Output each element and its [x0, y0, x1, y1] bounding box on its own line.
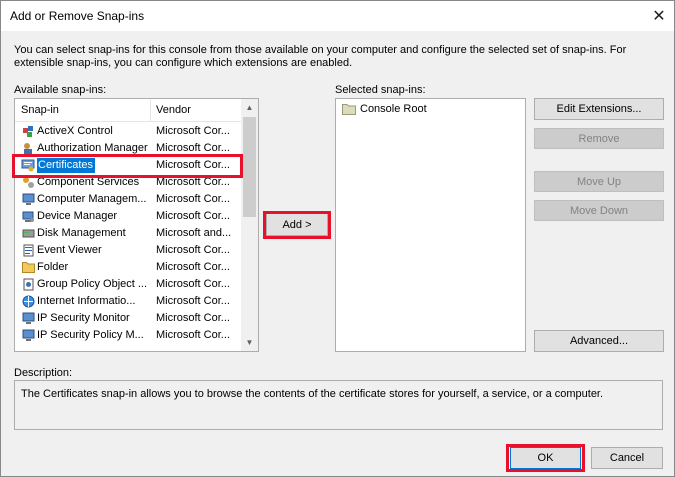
- column-header-snapin[interactable]: Snap-in: [21, 104, 59, 116]
- tree-item-label: Console Root: [360, 103, 427, 115]
- certificates-icon: [21, 158, 35, 172]
- snapin-name: Disk Management: [37, 227, 126, 239]
- internet-information-icon: [21, 294, 35, 308]
- close-icon: ✕: [652, 8, 666, 25]
- move-up-button[interactable]: Move Up: [534, 171, 664, 192]
- snapin-name: ActiveX Control: [37, 125, 113, 137]
- intro-text: You can select snap-ins for this console…: [14, 44, 627, 69]
- snapin-name: Event Viewer: [37, 244, 102, 256]
- snapin-vendor: Microsoft and...: [156, 227, 232, 239]
- list-header: Snap-in Vendor: [15, 99, 243, 122]
- window-title: Add or Remove Snap-ins: [10, 9, 145, 23]
- move-down-button[interactable]: Move Down: [534, 200, 664, 221]
- snapin-row[interactable]: Internet Informatio... Microsoft Cor...: [15, 293, 243, 310]
- snapin-vendor: Microsoft Cor...: [156, 125, 230, 137]
- snapin-vendor: Microsoft Cor...: [156, 278, 230, 290]
- snapin-row[interactable]: ActiveX Control Microsoft Cor...: [15, 123, 243, 140]
- available-snapins-label: Available snap-ins:: [14, 84, 107, 96]
- snapin-row[interactable]: Folder Microsoft Cor...: [15, 259, 243, 276]
- selected-snapins-label: Selected snap-ins:: [335, 84, 426, 96]
- snapin-name: Certificates: [37, 158, 96, 173]
- snapin-row[interactable]: IP Security Monitor Microsoft Cor...: [15, 310, 243, 327]
- snapin-row[interactable]: Certificates Microsoft Cor...: [15, 157, 243, 174]
- folder-icon: [342, 104, 356, 115]
- component-services-icon: [21, 175, 35, 189]
- snapin-name: Internet Informatio...: [37, 295, 136, 307]
- snapin-vendor: Microsoft Cor...: [156, 295, 230, 307]
- device-manager-icon: [21, 209, 35, 223]
- snapin-vendor: Microsoft Cor...: [156, 159, 230, 171]
- snapin-row[interactable]: Authorization Manager Microsoft Cor...: [15, 140, 243, 157]
- advanced-button[interactable]: Advanced...: [534, 330, 664, 352]
- snapin-name: Group Policy Object ...: [37, 278, 148, 290]
- disk-management-icon: [21, 226, 35, 240]
- snapin-row[interactable]: Event Viewer Microsoft Cor...: [15, 242, 243, 259]
- title-bar: Add or Remove Snap-ins ✕: [1, 1, 674, 31]
- snapin-name: IP Security Monitor: [37, 312, 130, 324]
- event-viewer-icon: [21, 243, 35, 257]
- cancel-button[interactable]: Cancel: [591, 447, 663, 469]
- authorization-manager-icon: [21, 141, 35, 155]
- snapin-row[interactable]: Group Policy Object ... Microsoft Cor...: [15, 276, 243, 293]
- snapin-vendor: Microsoft Cor...: [156, 193, 230, 205]
- snapin-name: IP Security Policy M...: [37, 329, 144, 341]
- column-divider[interactable]: [150, 99, 151, 121]
- add-button[interactable]: Add >: [266, 213, 328, 236]
- snapin-row[interactable]: Disk Management Microsoft and...: [15, 225, 243, 242]
- snapin-name: Computer Managem...: [37, 193, 147, 205]
- snapin-vendor: Microsoft Cor...: [156, 210, 230, 222]
- snapin-row[interactable]: Component Services Microsoft Cor...: [15, 174, 243, 191]
- selected-snapins-list[interactable]: Console Root: [335, 98, 526, 352]
- scroll-down-arrow-icon[interactable]: ▼: [241, 334, 258, 351]
- remove-button[interactable]: Remove: [534, 128, 664, 149]
- snapin-name: Component Services: [37, 176, 140, 188]
- snapin-rows: ActiveX Control Microsoft Cor... Authoriza…: [15, 123, 243, 344]
- snapin-vendor: Microsoft Cor...: [156, 176, 230, 188]
- tree-item-console-root[interactable]: Console Root: [342, 103, 427, 115]
- snapin-vendor: Microsoft Cor...: [156, 261, 230, 273]
- snapin-vendor: Microsoft Cor...: [156, 142, 230, 154]
- description-text: The Certificates snap-in allows you to b…: [21, 388, 604, 400]
- folder-icon: [21, 260, 35, 274]
- group-policy-icon: [21, 277, 35, 291]
- scroll-up-arrow-icon[interactable]: ▲: [241, 99, 258, 116]
- ip-security-policy-icon: [21, 328, 35, 342]
- snapin-row[interactable]: Device Manager Microsoft Cor...: [15, 208, 243, 225]
- ip-security-monitor-icon: [21, 311, 35, 325]
- snapin-name: Authorization Manager: [37, 142, 148, 154]
- ok-button[interactable]: OK: [510, 447, 581, 469]
- computer-management-icon: [21, 192, 35, 206]
- add-remove-snapins-dialog: Add or Remove Snap-ins ✕ You can select …: [0, 0, 675, 477]
- column-header-vendor[interactable]: Vendor: [156, 104, 191, 116]
- available-snapins-list[interactable]: Snap-in Vendor ActiveX Control Microsoft …: [14, 98, 259, 352]
- close-button[interactable]: ✕: [644, 1, 674, 31]
- snapin-name: Device Manager: [37, 210, 118, 222]
- description-label: Description:: [14, 367, 73, 379]
- description-box: The Certificates snap-in allows you to b…: [14, 380, 663, 430]
- snapin-vendor: Microsoft Cor...: [156, 312, 230, 324]
- snapin-vendor: Microsoft Cor...: [156, 329, 230, 341]
- snapin-vendor: Microsoft Cor...: [156, 244, 230, 256]
- snapin-row[interactable]: Computer Managem... Microsoft Cor...: [15, 191, 243, 208]
- vertical-scrollbar[interactable]: ▲ ▼: [241, 99, 258, 351]
- snapin-row[interactable]: IP Security Policy M... Microsoft Cor...: [15, 327, 243, 344]
- snapin-name: Folder: [37, 261, 69, 273]
- activex-icon: [21, 124, 35, 138]
- edit-extensions-button[interactable]: Edit Extensions...: [534, 98, 664, 120]
- scroll-thumb[interactable]: [243, 117, 256, 217]
